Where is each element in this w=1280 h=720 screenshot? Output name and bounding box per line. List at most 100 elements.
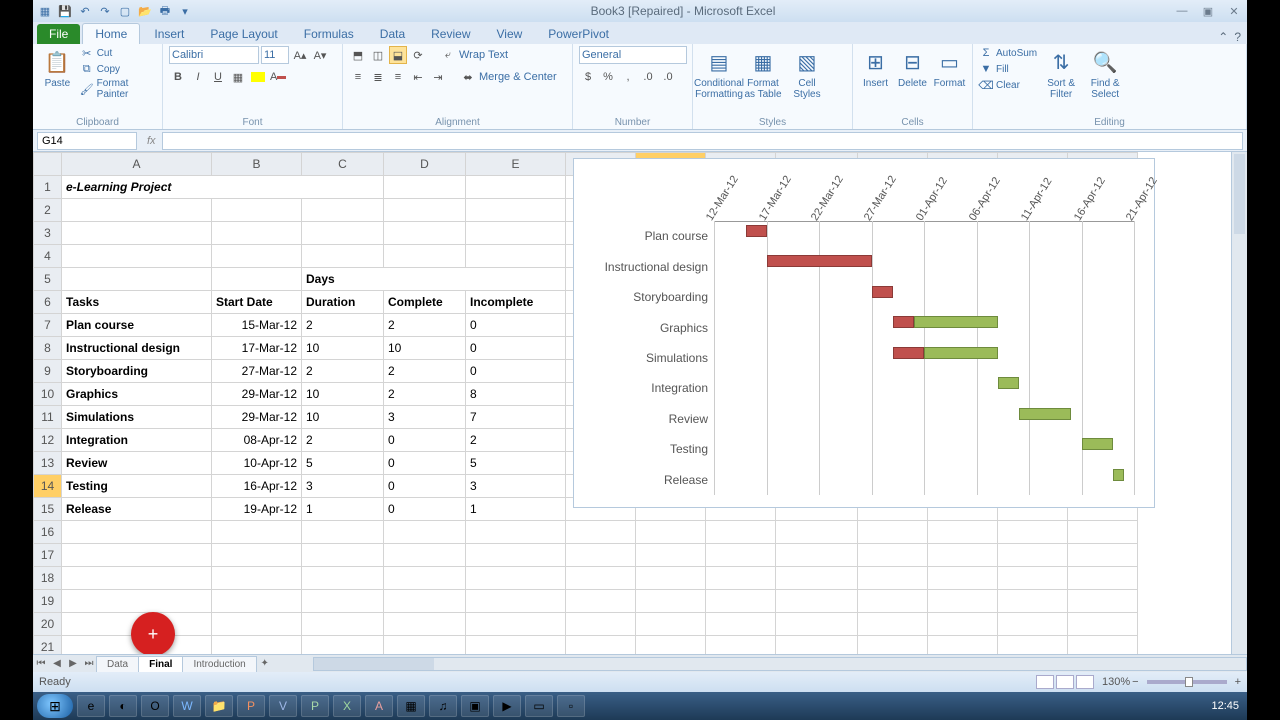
align-left-button[interactable]: ≡	[349, 68, 367, 86]
delete-cells-button[interactable]: ⊟Delete	[896, 46, 929, 112]
bold-button[interactable]: B	[169, 68, 187, 86]
number-format-combo[interactable]: General	[579, 46, 687, 64]
taskbar-ppt-icon[interactable]: P	[237, 695, 265, 717]
merge-button[interactable]: ⬌	[459, 68, 477, 86]
indent-inc-button[interactable]: ⇥	[429, 68, 447, 86]
sheet-nav-next[interactable]: ▶	[65, 658, 81, 669]
vertical-scrollbar[interactable]	[1231, 152, 1247, 654]
taskbar-excel-icon[interactable]: X	[333, 695, 361, 717]
col-header-D[interactable]: D	[384, 153, 466, 176]
taskbar-visio-icon[interactable]: V	[269, 695, 297, 717]
format-cells-button[interactable]: ▭Format	[933, 46, 966, 112]
cell-styles-button[interactable]: ▧Cell Styles	[787, 46, 827, 112]
find-select-button[interactable]: 🔍Find & Select	[1085, 46, 1125, 112]
taskbar-word-icon[interactable]: W	[173, 695, 201, 717]
italic-button[interactable]: I	[189, 68, 207, 86]
taskbar-clock[interactable]: 12:45	[1211, 700, 1243, 712]
sort-filter-button[interactable]: ⇅Sort & Filter	[1041, 46, 1081, 112]
horizontal-scrollbar[interactable]	[313, 657, 1247, 671]
inc-decimals-button[interactable]: .0	[639, 68, 657, 86]
view-normal-button[interactable]	[1036, 675, 1054, 689]
tab-file[interactable]: File	[37, 24, 80, 44]
underline-button[interactable]: U	[209, 68, 227, 86]
format-painter-button[interactable]: 🖌Format Painter	[80, 78, 156, 100]
tab-formulas[interactable]: Formulas	[292, 24, 366, 44]
align-right-button[interactable]: ≡	[389, 68, 407, 86]
fill-button[interactable]: ▼Fill	[979, 62, 1037, 76]
tab-page-layout[interactable]: Page Layout	[198, 24, 289, 44]
currency-button[interactable]: $	[579, 68, 597, 86]
ribbon-minimize-icon[interactable]: ⌃	[1218, 30, 1228, 44]
view-break-button[interactable]	[1076, 675, 1094, 689]
undo-icon[interactable]: ↶	[77, 3, 93, 19]
close-button[interactable]: ✕	[1225, 5, 1243, 18]
paste-button[interactable]: 📋 Paste	[39, 46, 76, 112]
align-top-button[interactable]: ⬒	[349, 46, 367, 64]
indent-dec-button[interactable]: ⇤	[409, 68, 427, 86]
taskbar-chrome-icon[interactable]: ◐	[109, 695, 137, 717]
sheet-nav-last[interactable]: ⏭	[81, 658, 97, 669]
save-icon[interactable]: 💾	[57, 3, 73, 19]
col-header-C[interactable]: C	[302, 153, 384, 176]
taskbar-app2-icon[interactable]: ▣	[461, 695, 489, 717]
formula-input[interactable]	[162, 132, 1243, 150]
open-icon[interactable]: 📂	[137, 3, 153, 19]
grow-font-button[interactable]: A▴	[291, 46, 309, 64]
taskbar-ie-icon[interactable]: e	[77, 695, 105, 717]
taskbar-app5-icon[interactable]: ▫	[557, 695, 585, 717]
sheet-tab-data[interactable]: Data	[96, 656, 139, 672]
tab-review[interactable]: Review	[419, 24, 482, 44]
comma-button[interactable]: ,	[619, 68, 637, 86]
font-size-combo[interactable]: 11	[261, 46, 289, 64]
qat-more-icon[interactable]: ▾	[177, 3, 193, 19]
sheet-tab-final[interactable]: Final	[138, 656, 183, 672]
print-preview-icon[interactable]: 🖶	[157, 3, 173, 19]
align-center-button[interactable]: ≣	[369, 68, 387, 86]
font-name-combo[interactable]: Calibri	[169, 46, 259, 64]
start-button[interactable]: ⊞	[37, 694, 73, 718]
zoom-in-button[interactable]: +	[1235, 676, 1241, 688]
zoom-slider[interactable]	[1147, 680, 1227, 684]
sheet-nav-first[interactable]: ⏮	[33, 658, 49, 669]
taskbar-media-icon[interactable]: ♫	[429, 695, 457, 717]
view-layout-button[interactable]	[1056, 675, 1074, 689]
autosum-button[interactable]: ΣAutoSum	[979, 46, 1037, 60]
taskbar-access-icon[interactable]: A	[365, 695, 393, 717]
minimize-button[interactable]: —	[1173, 5, 1191, 18]
col-header-E[interactable]: E	[466, 153, 566, 176]
tab-view[interactable]: View	[485, 24, 535, 44]
new-icon[interactable]: ▢	[117, 3, 133, 19]
fx-button[interactable]: fx	[141, 135, 162, 147]
name-box[interactable]: G14	[37, 132, 137, 150]
tab-home[interactable]: Home	[82, 23, 140, 44]
sheet-tab-introduction[interactable]: Introduction	[182, 656, 256, 672]
maximize-button[interactable]: ▣	[1199, 5, 1217, 18]
gantt-chart[interactable]: 12-Mar-1217-Mar-1222-Mar-1227-Mar-1201-A…	[573, 158, 1155, 508]
taskbar-app4-icon[interactable]: ▭	[525, 695, 553, 717]
zoom-out-button[interactable]: −	[1132, 676, 1138, 688]
tab-data[interactable]: Data	[368, 24, 417, 44]
font-color-button[interactable]: A	[269, 68, 287, 86]
taskbar-folder-icon[interactable]: 📁	[205, 695, 233, 717]
col-header-B[interactable]: B	[212, 153, 302, 176]
new-sheet-button[interactable]: ✦	[257, 658, 273, 669]
insert-cells-button[interactable]: ⊞Insert	[859, 46, 892, 112]
copy-button[interactable]: ⧉Copy	[80, 62, 156, 76]
taskbar-app-icon[interactable]: ▦	[397, 695, 425, 717]
taskbar-project-icon[interactable]: P	[301, 695, 329, 717]
percent-button[interactable]: %	[599, 68, 617, 86]
border-button[interactable]: ▦	[229, 68, 247, 86]
tab-powerpivot[interactable]: PowerPivot	[536, 24, 621, 44]
sheet-nav-prev[interactable]: ◀	[49, 658, 65, 669]
shrink-font-button[interactable]: A▾	[311, 46, 329, 64]
conditional-formatting-button[interactable]: ▤Conditional Formatting	[699, 46, 739, 112]
cut-button[interactable]: ✂Cut	[80, 46, 156, 60]
zoom-level[interactable]: 130%	[1102, 676, 1130, 688]
align-middle-button[interactable]: ◫	[369, 46, 387, 64]
help-icon[interactable]: ?	[1234, 30, 1241, 44]
dec-decimals-button[interactable]: .0	[659, 68, 677, 86]
col-header-A[interactable]: A	[62, 153, 212, 176]
wrap-text-button[interactable]: ⤶	[439, 46, 457, 64]
fill-color-button[interactable]	[249, 68, 267, 86]
format-as-table-button[interactable]: ▦Format as Table	[743, 46, 783, 112]
